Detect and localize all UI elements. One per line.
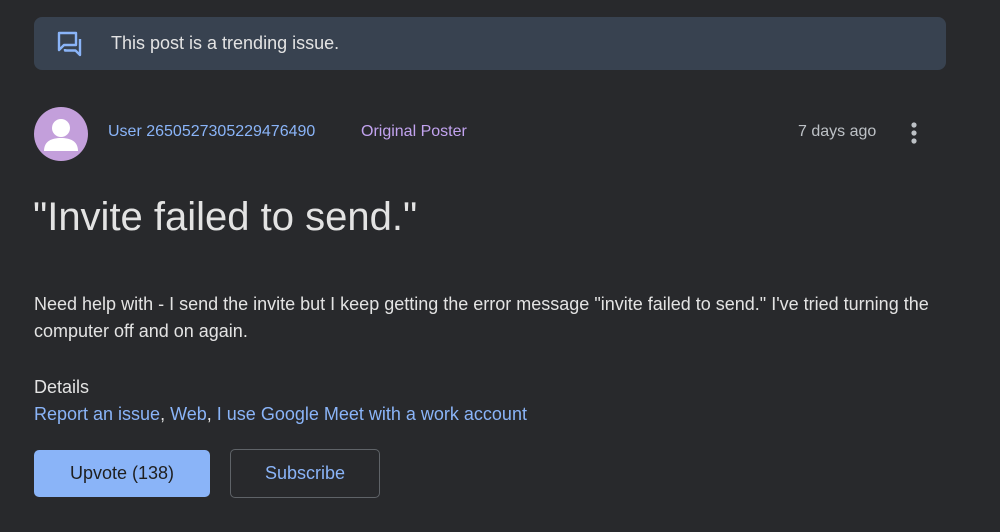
banner-text: This post is a trending issue. xyxy=(111,33,340,53)
avatar[interactable] xyxy=(34,107,88,161)
subscribe-button[interactable]: Subscribe xyxy=(230,449,380,498)
details-link-work-account[interactable]: I use Google Meet with a work account xyxy=(217,404,527,424)
details-separator: , xyxy=(206,404,217,424)
details-separator: , xyxy=(160,404,171,424)
post-title: "Invite failed to send." xyxy=(33,195,418,239)
details-links: Report an issue, Web, I use Google Meet … xyxy=(34,404,527,425)
original-poster-badge: Original Poster xyxy=(361,123,467,140)
more-vert-icon xyxy=(911,122,917,144)
more-options-button[interactable] xyxy=(900,118,928,148)
details-link-web[interactable]: Web xyxy=(170,404,207,424)
upvote-button[interactable]: Upvote (138) xyxy=(34,450,210,497)
person-icon xyxy=(44,119,78,151)
trending-banner: This post is a trending issue. xyxy=(34,17,946,70)
details-link-report-issue[interactable]: Report an issue xyxy=(34,404,160,424)
forum-icon xyxy=(57,31,82,57)
author-name-link[interactable]: User 2650527305229476490 xyxy=(108,123,315,141)
details-heading: Details xyxy=(34,377,90,397)
post-body: Need help with - I send the invite but I… xyxy=(34,294,929,341)
post-timestamp: 7 days ago xyxy=(798,123,877,140)
